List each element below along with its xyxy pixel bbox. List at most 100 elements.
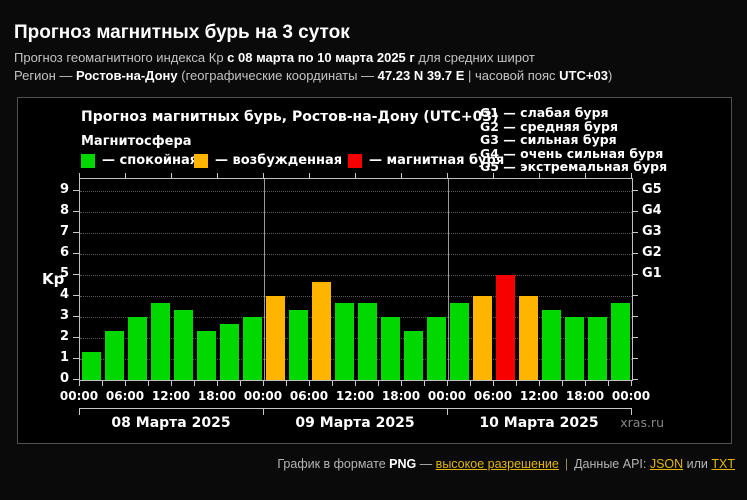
paren-close: ) xyxy=(608,68,612,83)
x-axis-tick xyxy=(447,381,448,386)
right-axis-tick xyxy=(632,358,638,359)
day-separator xyxy=(264,179,265,380)
g2-legend-line: G2 — средняя буря xyxy=(480,120,667,134)
time-tick-label: 00:00 xyxy=(425,389,469,403)
x-axis-tick xyxy=(470,381,471,386)
time-tick-label: 18:00 xyxy=(563,389,607,403)
y-tick-label: 1 xyxy=(29,350,69,366)
y-axis-tick xyxy=(73,232,79,233)
gridline-kp5 xyxy=(80,275,632,276)
subtitle1-dates: с 08 марта по 10 марта 2025 г xyxy=(227,50,415,65)
kp-bar xyxy=(450,303,469,380)
x-axis-top-tick xyxy=(171,173,172,178)
region-subtitle: Регион — Ростов-на-Дону (географические … xyxy=(14,68,612,83)
time-tick-label: 18:00 xyxy=(379,389,423,403)
right-axis-tick xyxy=(632,211,638,212)
legend-label-excited: — возбужденная xyxy=(215,153,342,168)
x-axis-tick xyxy=(171,381,172,386)
forecast-chart-panel: Прогноз магнитных бурь, Ростов-на-Дону (… xyxy=(17,97,732,444)
subtitle1-pre: Прогноз геомагнитного индекса Кр xyxy=(14,50,227,65)
forecast-subtitle: Прогноз геомагнитного индекса Кр с 08 ма… xyxy=(14,50,535,65)
x-axis-top-tick xyxy=(585,173,586,178)
x-axis-top-tick xyxy=(447,173,448,178)
bracket-tick xyxy=(447,408,448,415)
x-axis-tick xyxy=(240,381,241,386)
quiet-color-swatch xyxy=(81,154,95,168)
x-axis-tick xyxy=(493,381,494,386)
kp-bar xyxy=(151,303,170,380)
day-separator xyxy=(448,179,449,380)
x-axis-top-tick xyxy=(309,173,310,178)
time-tick-label: 12:00 xyxy=(149,389,193,403)
time-tick-label: 06:00 xyxy=(287,389,331,403)
legend-label-quiet: — спокойная xyxy=(102,153,198,168)
x-axis-tick xyxy=(194,381,195,386)
time-tick-label: 06:00 xyxy=(103,389,147,403)
storm-color-swatch xyxy=(348,154,362,168)
kp-bar xyxy=(266,296,285,380)
x-axis-tick xyxy=(378,381,379,386)
kp-bar xyxy=(611,303,630,380)
footer-separator: | xyxy=(559,457,574,471)
right-axis-tick xyxy=(632,253,638,254)
bracket-tick xyxy=(263,408,264,415)
x-axis-tick xyxy=(148,381,149,386)
excited-color-swatch xyxy=(194,154,208,168)
g5-legend-line: G5 — экстремальная буря xyxy=(480,160,667,174)
txt-link[interactable]: TXT xyxy=(711,457,735,471)
x-axis-top-tick xyxy=(217,173,218,178)
y-axis-tick xyxy=(73,274,79,275)
kp-bar xyxy=(381,317,400,380)
x-axis-tick xyxy=(562,381,563,386)
time-tick-label: 00:00 xyxy=(609,389,653,403)
time-tick-label: 12:00 xyxy=(517,389,561,403)
g4-legend-line: G4 — очень сильная буря xyxy=(480,147,667,161)
kp-bar xyxy=(82,352,101,380)
x-axis-tick xyxy=(539,381,540,386)
y-tick-label: 7 xyxy=(29,224,69,240)
kp-bar xyxy=(243,317,262,380)
x-axis-top-tick xyxy=(79,173,80,178)
y-tick-label: 8 xyxy=(29,203,69,219)
chart-title: Прогноз магнитных бурь, Ростов-на-Дону (… xyxy=(81,109,498,125)
y-tick-label: 5 xyxy=(29,266,69,282)
tz-value: UTC+03 xyxy=(559,68,608,83)
y-axis-tick xyxy=(73,211,79,212)
gridline-kp9 xyxy=(80,191,632,192)
y-axis-tick xyxy=(73,379,79,380)
g-tick-label-g2: G2 xyxy=(642,245,662,261)
kp-bar xyxy=(496,275,515,380)
time-tick-label: 06:00 xyxy=(471,389,515,403)
x-axis-tick xyxy=(355,381,356,386)
y-axis-tick xyxy=(73,358,79,359)
x-axis-tick xyxy=(286,381,287,386)
kp-bar xyxy=(105,331,124,380)
page-title: Прогноз магнитных бурь на 3 суток xyxy=(14,22,350,44)
x-axis-tick xyxy=(332,381,333,386)
x-axis-tick xyxy=(631,381,632,386)
legend-item-excited: — возбужденная xyxy=(194,153,342,168)
x-axis-top-tick xyxy=(125,173,126,178)
kp-bar xyxy=(220,324,239,380)
high-resolution-link[interactable]: высокое разрешение xyxy=(436,457,559,471)
coords-value: 47.23 N 39.7 E xyxy=(378,68,465,83)
tz-label: | часовой пояс xyxy=(464,68,559,83)
gridline-kp6 xyxy=(80,254,632,255)
x-axis-top-tick xyxy=(263,173,264,178)
x-axis-tick xyxy=(309,381,310,386)
date-label: 09 Марта 2025 xyxy=(265,415,445,431)
magnetosphere-legend-title: Магнитосфера xyxy=(81,134,192,149)
g-tick-label-g4: G4 xyxy=(642,203,662,219)
kp-bar xyxy=(588,317,607,380)
kp-bar-plot xyxy=(79,178,633,381)
footer-format-label: График в формате xyxy=(277,457,389,471)
right-axis-tick xyxy=(632,232,638,233)
x-axis-tick xyxy=(608,381,609,386)
json-link[interactable]: JSON xyxy=(650,457,683,471)
x-axis-tick xyxy=(424,381,425,386)
x-axis-tick xyxy=(401,381,402,386)
right-axis-tick xyxy=(632,295,638,296)
kp-bar xyxy=(128,317,147,380)
page: { "page": { "title": "Прогноз магнитных … xyxy=(0,0,747,500)
date-label: 10 Марта 2025 xyxy=(449,415,629,431)
